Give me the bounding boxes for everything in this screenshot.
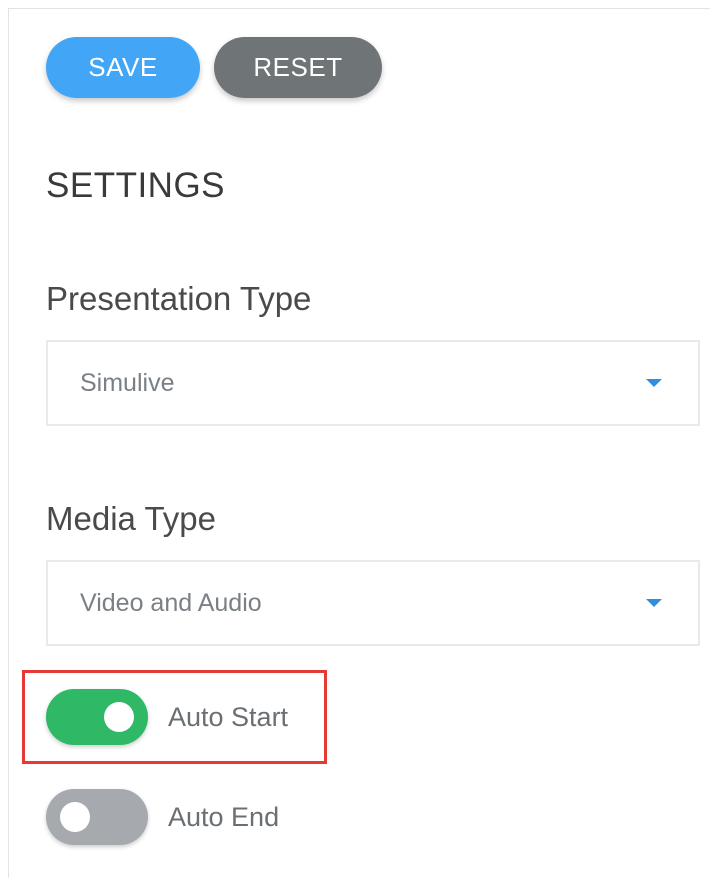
caret-down-icon xyxy=(646,599,662,607)
reset-button[interactable]: RESET xyxy=(214,37,382,98)
caret-down-icon xyxy=(646,379,662,387)
settings-title: SETTINGS xyxy=(46,166,226,205)
settings-panel xyxy=(8,8,710,878)
presentation-type-label: Presentation Type xyxy=(46,280,312,317)
auto-start-row: Auto Start xyxy=(46,689,288,745)
auto-start-label: Auto Start xyxy=(168,701,289,732)
media-type-label: Media Type xyxy=(46,500,216,537)
toggle-knob xyxy=(60,802,90,832)
auto-end-label: Auto End xyxy=(168,801,280,832)
toggle-knob xyxy=(104,702,134,732)
presentation-type-value: Simulive xyxy=(80,368,175,397)
media-type-value: Video and Audio xyxy=(80,588,262,617)
media-type-select[interactable]: Video and Audio xyxy=(46,560,700,646)
auto-start-toggle[interactable] xyxy=(46,689,148,745)
presentation-type-select[interactable]: Simulive xyxy=(46,340,700,426)
auto-end-row: Auto End xyxy=(46,789,279,845)
save-button[interactable]: SAVE xyxy=(46,37,200,98)
auto-end-toggle[interactable] xyxy=(46,789,148,845)
